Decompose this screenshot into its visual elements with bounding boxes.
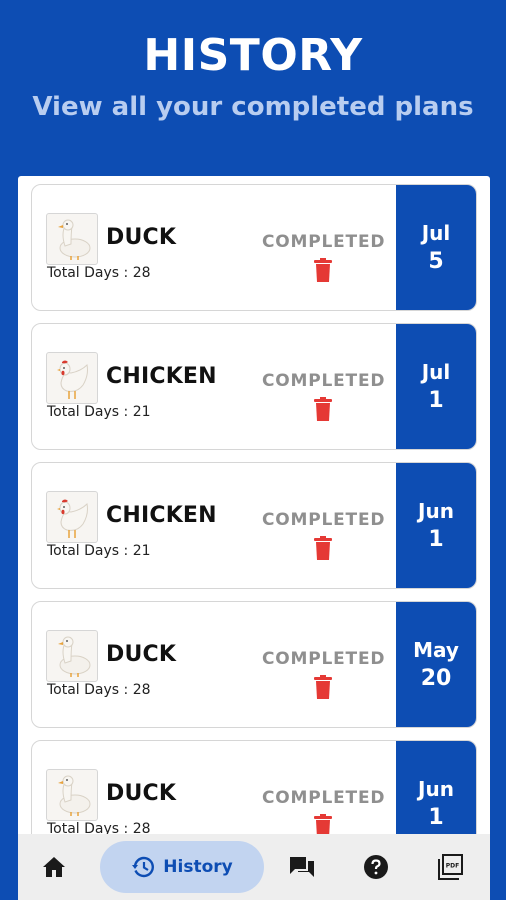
total-days: Total Days : 21 <box>47 404 151 420</box>
help-icon <box>364 855 388 879</box>
home-icon <box>43 857 65 877</box>
plan-date: Jun 1 <box>396 463 476 588</box>
plan-date: Jul 5 <box>396 185 476 310</box>
date-day: 1 <box>428 805 444 830</box>
nav-help[interactable] <box>340 834 412 900</box>
total-days: Total Days : 28 <box>47 265 151 281</box>
page-subtitle: View all your completed plans <box>32 92 474 122</box>
duck-icon <box>46 769 98 821</box>
animal-name: CHICKEN <box>106 503 217 528</box>
date-day: 1 <box>428 388 444 413</box>
total-days: Total Days : 21 <box>47 543 151 559</box>
duck-icon <box>46 213 98 265</box>
date-day: 1 <box>428 527 444 552</box>
header: HISTORY View all your completed plans <box>0 0 506 180</box>
svg-text:PDF: PDF <box>446 863 459 870</box>
duck-icon <box>46 630 98 682</box>
nav-history-label: History <box>163 857 233 877</box>
plan-card[interactable]: DUCK Total Days : 28 COMPLETED Jul 5 <box>31 184 477 311</box>
status-label: COMPLETED <box>262 232 386 252</box>
total-days: Total Days : 28 <box>47 682 151 698</box>
chicken-icon <box>46 491 98 543</box>
nav-chat[interactable] <box>264 834 340 900</box>
date-month: Jul <box>421 360 451 384</box>
animal-name: DUCK <box>106 781 177 806</box>
animal-name: DUCK <box>106 225 177 250</box>
date-month: May <box>413 638 459 662</box>
plan-date: May 20 <box>396 602 476 727</box>
date-month: Jun <box>418 777 454 801</box>
chicken-icon <box>46 352 98 404</box>
history-icon <box>132 856 155 878</box>
bottom-nav: History PDF <box>18 834 490 900</box>
nav-pdf[interactable]: PDF <box>412 834 490 900</box>
page-title: HISTORY <box>143 30 363 81</box>
date-day: 20 <box>420 666 452 691</box>
animal-name: DUCK <box>106 642 177 667</box>
date-month: Jun <box>418 499 454 523</box>
date-month: Jul <box>421 221 451 245</box>
delete-icon[interactable] <box>313 397 333 421</box>
plan-date: Jul 1 <box>396 324 476 449</box>
animal-name: CHICKEN <box>106 364 217 389</box>
pdf-icon: PDF <box>438 854 463 880</box>
plan-card[interactable]: CHICKEN Total Days : 21 COMPLETED Jul 1 <box>31 323 477 450</box>
status-label: COMPLETED <box>262 649 386 669</box>
status-label: COMPLETED <box>262 371 386 391</box>
delete-icon[interactable] <box>313 536 333 560</box>
nav-home[interactable] <box>18 834 90 900</box>
status-label: COMPLETED <box>262 510 386 530</box>
chat-icon <box>290 857 314 877</box>
plan-card[interactable]: CHICKEN Total Days : 21 COMPLETED Jun 1 <box>31 462 477 589</box>
delete-icon[interactable] <box>313 258 333 282</box>
plan-list[interactable]: DUCK Total Days : 28 COMPLETED Jul 5 CHI… <box>31 184 477 879</box>
date-day: 5 <box>428 249 444 274</box>
history-panel[interactable]: DUCK Total Days : 28 COMPLETED Jul 5 CHI… <box>18 176 490 900</box>
plan-card[interactable]: DUCK Total Days : 28 COMPLETED May 20 <box>31 601 477 728</box>
delete-icon[interactable] <box>313 675 333 699</box>
nav-history[interactable]: History <box>100 841 264 893</box>
status-label: COMPLETED <box>262 788 386 808</box>
